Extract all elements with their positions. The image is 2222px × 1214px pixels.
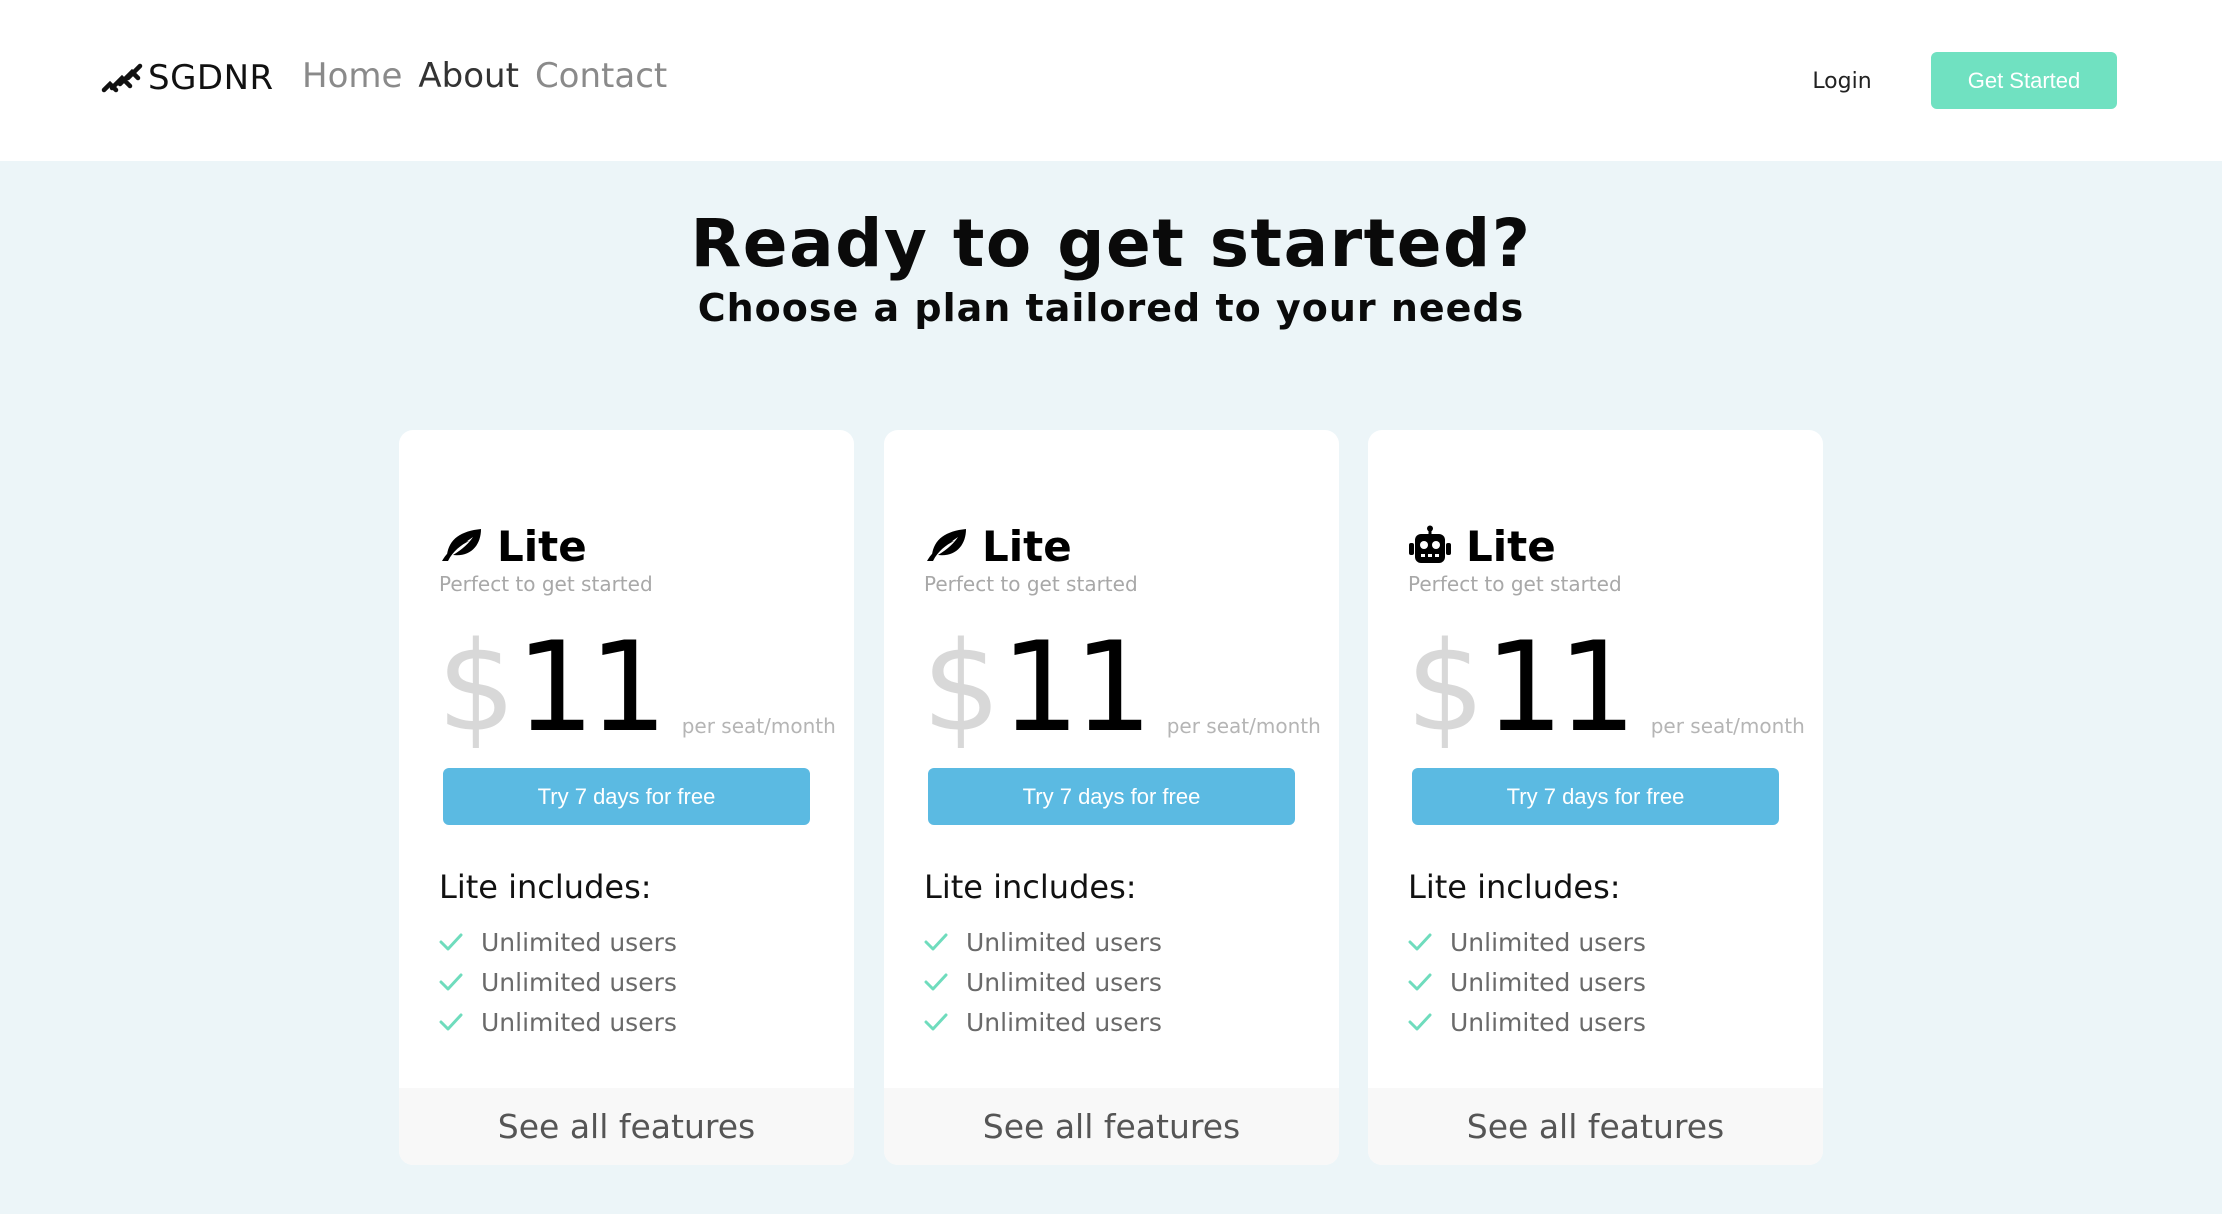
plan-name: Lite [1466,522,1556,571]
get-started-button[interactable]: Get Started [1931,52,2117,109]
check-icon [439,933,463,951]
check-icon [1408,933,1432,951]
price-currency: $ [437,616,516,760]
check-icon [924,973,948,991]
check-icon [439,1013,463,1031]
price-amount: 11 [1484,616,1637,760]
main-nav: Home About Contact [302,56,667,96]
see-all-features-link[interactable]: See all features [399,1088,854,1165]
nav-about[interactable]: About [418,56,519,96]
feature-item: Unlimited users [1408,962,1646,1002]
includes-title: Lite includes: [924,868,1137,906]
feature-label: Unlimited users [1450,967,1646,997]
feature-item: Unlimited users [439,962,677,1002]
includes-title: Lite includes: [439,868,652,906]
feature-label: Unlimited users [481,927,677,957]
feature-item: Unlimited users [924,1002,1162,1042]
price-currency: $ [922,616,1001,760]
feature-label: Unlimited users [966,1007,1162,1037]
plan-header: Lite [924,522,1072,571]
feature-list: Unlimited users Unlimited users Unlimite… [924,922,1162,1042]
plan-price: $ 11 per seat/month [1406,626,1805,750]
feature-item: Unlimited users [439,922,677,962]
logo-text: SGDNR [148,58,274,98]
page-title: Ready to get started? [690,205,1532,282]
plan-card: Lite Perfect to get started $ 11 per sea… [399,430,854,1165]
free-trial-button[interactable]: Try 7 days for free [1412,768,1779,825]
logo-icon [101,63,143,93]
site-header: SGDNR Home About Contact Login Get Start… [0,0,2222,161]
plan-header: Lite [1408,522,1556,571]
leaf-icon [924,525,968,569]
feature-item: Unlimited users [1408,922,1646,962]
includes-title: Lite includes: [1408,868,1621,906]
feature-item: Unlimited users [924,922,1162,962]
free-trial-button[interactable]: Try 7 days for free [443,768,810,825]
feature-label: Unlimited users [1450,927,1646,957]
see-all-features-link[interactable]: See all features [884,1088,1339,1165]
check-icon [924,933,948,951]
robot-icon [1408,525,1452,569]
plan-card: Lite Perfect to get started $ 11 per sea… [884,430,1339,1165]
plan-tagline: Perfect to get started [924,572,1138,596]
feature-label: Unlimited users [481,967,677,997]
plan-card: Lite Perfect to get started $ 11 per sea… [1368,430,1823,1165]
price-currency: $ [1406,616,1485,760]
plan-tagline: Perfect to get started [439,572,653,596]
page-subtitle: Choose a plan tailored to your needs [697,286,1525,330]
logo[interactable]: SGDNR [100,56,274,100]
feature-list: Unlimited users Unlimited users Unlimite… [439,922,677,1042]
leaf-icon [439,525,483,569]
price-amount: 11 [515,616,668,760]
price-period: per seat/month [1650,714,1805,738]
feature-item: Unlimited users [439,1002,677,1042]
price-period: per seat/month [1166,714,1321,738]
feature-item: Unlimited users [924,962,1162,1002]
feature-label: Unlimited users [966,967,1162,997]
price-amount: 11 [1000,616,1153,760]
see-all-features-link[interactable]: See all features [1368,1088,1823,1165]
plan-name: Lite [497,522,587,571]
price-period: per seat/month [681,714,836,738]
feature-item: Unlimited users [1408,1002,1646,1042]
free-trial-button[interactable]: Try 7 days for free [928,768,1295,825]
plan-price: $ 11 per seat/month [437,626,836,750]
check-icon [439,973,463,991]
plan-header: Lite [439,522,587,571]
check-icon [1408,973,1432,991]
feature-list: Unlimited users Unlimited users Unlimite… [1408,922,1646,1042]
feature-label: Unlimited users [966,927,1162,957]
nav-home[interactable]: Home [302,56,402,96]
plan-price: $ 11 per seat/month [922,626,1321,750]
login-link[interactable]: Login [1780,62,1904,102]
nav-contact[interactable]: Contact [535,56,667,96]
check-icon [924,1013,948,1031]
check-icon [1408,1013,1432,1031]
feature-label: Unlimited users [1450,1007,1646,1037]
feature-label: Unlimited users [481,1007,677,1037]
plan-name: Lite [982,522,1072,571]
plan-tagline: Perfect to get started [1408,572,1622,596]
